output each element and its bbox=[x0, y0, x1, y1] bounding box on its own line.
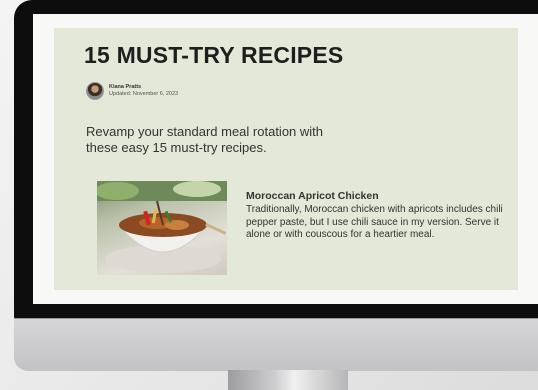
recipe-title[interactable]: Moroccan Apricot Chicken bbox=[246, 190, 379, 202]
intro-text: Revamp your standard meal rotation with … bbox=[86, 124, 324, 155]
recipe-description: Traditionally, Moroccan chicken with apr… bbox=[246, 204, 503, 240]
author-name[interactable]: Kiana Pratts bbox=[109, 84, 178, 91]
monitor-stand bbox=[228, 370, 348, 390]
article-page: 15 MUST-TRY RECIPES Kiana Pratts Updated… bbox=[54, 28, 518, 290]
bowl-image-icon bbox=[97, 181, 227, 273]
monitor-chin bbox=[14, 318, 538, 371]
author-info: Kiana Pratts Updated: November 6, 2023 bbox=[109, 84, 178, 98]
desktop-scene: 15 MUST-TRY RECIPES Kiana Pratts Updated… bbox=[0, 0, 538, 390]
page-title: 15 MUST-TRY RECIPES bbox=[84, 42, 344, 68]
monitor-bezel-bottom bbox=[33, 304, 538, 318]
author-byline: Kiana Pratts Updated: November 6, 2023 bbox=[86, 82, 178, 100]
updated-date: Updated: November 6, 2023 bbox=[109, 91, 179, 97]
author-avatar bbox=[86, 82, 104, 100]
recipe-photo[interactable] bbox=[97, 181, 227, 275]
